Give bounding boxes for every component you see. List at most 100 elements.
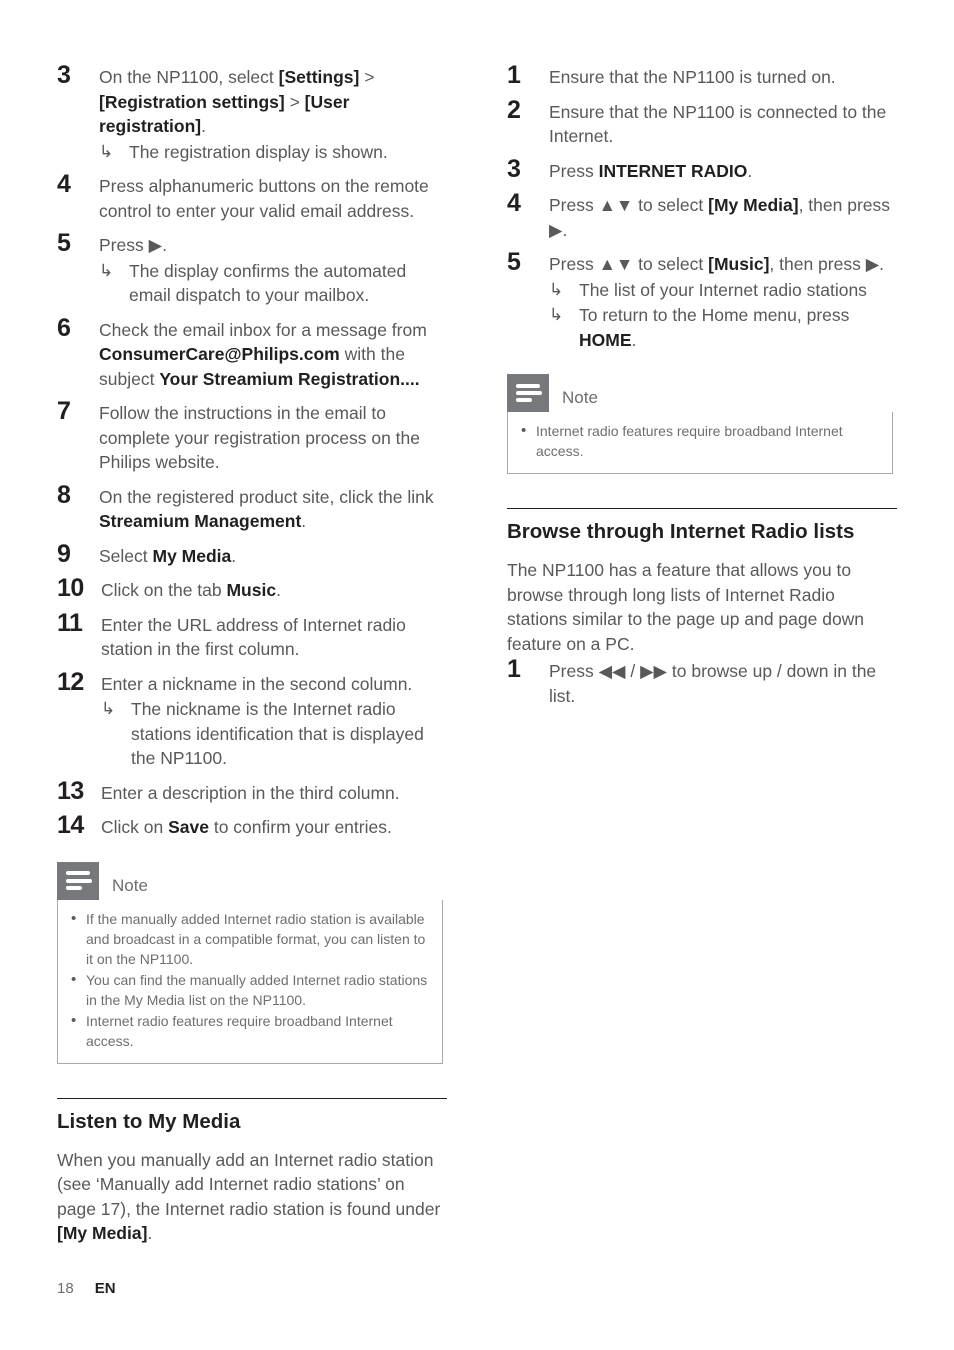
numbered-step: 8 On the registered product site, click t… [57, 482, 447, 534]
sub-step: ↳ The registration display is shown. [99, 140, 447, 165]
note-header: Note [57, 861, 443, 900]
note-title: Note [562, 388, 598, 407]
step-text: Press ▶. ↳ The display confirms the automa… [99, 230, 447, 308]
body-text: The registration display is shown. [129, 141, 388, 162]
step-number: 6 [57, 313, 71, 342]
emphasis-text: HOME [579, 329, 632, 350]
sub-step-arrow-icon: ↳ [101, 699, 116, 718]
body-text: Enter a nickname in the second column. [101, 673, 413, 694]
right-section-step-list: 1 Press ◀◀ / ▶▶ to browse up / down in th… [507, 656, 897, 708]
note-lines-icon [507, 374, 549, 412]
numbered-step: 4 Press alphanumeric buttons on the remot… [57, 171, 447, 223]
footer-language-code: EN [94, 1280, 116, 1297]
sub-step-text: The nickname is the Internet radio stati… [131, 697, 447, 771]
note-bullet-item: • Internet radio features require broadba… [68, 1011, 430, 1051]
right-note-box: Note • Internet radio features require bro… [507, 374, 897, 474]
sub-step-arrow-icon: ↳ [99, 141, 114, 161]
numbered-step: 5 Press ▶. ↳ The display confirms the autom… [57, 230, 447, 308]
step-text: Press ◀◀ / ▶▶ to browse up / down in the… [549, 656, 897, 708]
numbered-step: 7 Follow the instructions in the email to… [57, 398, 447, 475]
note-bullet-item: • Internet radio features require broadba… [518, 421, 880, 461]
numbered-step: 3 On the NP1100, select [Settings] > [Reg… [57, 62, 447, 164]
emphasis-text: Your Streamium Registration.... [159, 368, 420, 389]
step-text: Enter a nickname in the second column. ↳ T… [101, 669, 447, 771]
emphasis-text: My Media [152, 545, 232, 566]
emphasis-text: [Music] [708, 254, 770, 274]
body-text: Follow the instructions in the email to … [99, 403, 420, 472]
emphasis-text: Music [226, 580, 277, 600]
step-text: Press ▲▼ to select [My Media], then pres… [549, 190, 897, 242]
left-column: 3 On the NP1100, select [Settings] > [Reg… [57, 62, 447, 1246]
numbered-step: 14 Click on Save to confirm your entries. [57, 812, 447, 840]
body-text: Press alphanumeric buttons on the remote… [99, 176, 429, 221]
step-text: Select My Media. [99, 541, 447, 569]
step-number: 5 [507, 248, 521, 276]
body-text: Press ◀◀ / ▶▶ to browse up / down in the… [549, 661, 877, 706]
emphasis-text: [Registration settings] [99, 91, 285, 112]
step-number: 12 [57, 667, 84, 696]
step-number: 14 [57, 811, 84, 839]
step-text: Ensure that the NP1100 is connected to t… [549, 97, 897, 149]
emphasis-text: ConsumerCare@Philips.com [99, 344, 340, 364]
step-number: 5 [57, 229, 71, 257]
step-number: 11 [57, 608, 83, 637]
body-text: . [162, 235, 167, 255]
body-text: > [284, 91, 305, 112]
bullet-icon: • [71, 970, 77, 988]
body-text: On the NP1100, select [99, 67, 279, 87]
numbered-step: 5 Press ▲▼ to select [Music], then press … [507, 249, 897, 352]
numbered-step: 6 Check the email inbox for a message fro… [57, 315, 447, 392]
page-footer: 18 EN [57, 1280, 116, 1297]
body-text: When you manually add an Internet radio … [57, 1149, 441, 1219]
body-text: The list of your Internet radio stations [579, 279, 867, 300]
numbered-step: 1 Ensure that the NP1100 is turned on. [507, 62, 897, 90]
manual-page: 3 On the NP1100, select [Settings] > [Reg… [0, 0, 954, 1350]
body-text: The NP1100 has a feature that allows you… [507, 560, 865, 654]
emphasis-text: Save [168, 817, 209, 837]
body-text: Press [99, 235, 149, 255]
section-heading: Listen to My Media [57, 1109, 241, 1133]
note-header: Note [507, 374, 893, 412]
body-text: Ensure that the NP1100 is connected to t… [549, 101, 887, 147]
body-text: Press [549, 160, 599, 181]
body-text: Click on [101, 817, 169, 837]
step-text: Check the email inbox for a message from… [99, 315, 447, 392]
section-divider-rule [57, 1097, 447, 1099]
sub-step: ↳ The nickname is the Internet radio stat… [101, 697, 447, 771]
step-text: Press INTERNET RADIO. [549, 156, 897, 184]
step-text: Click on the tab Music. [101, 575, 447, 603]
sub-step: ↳ The display confirms the automated emai… [99, 259, 447, 308]
numbered-step: 4 Press ▲▼ to select [My Media], then pre… [507, 190, 897, 242]
body-text: . [201, 116, 206, 136]
step-number: 1 [507, 61, 521, 89]
numbered-step: 3 Press INTERNET RADIO. [507, 156, 897, 184]
numbered-step: 12 Enter a nickname in the second column.… [57, 669, 447, 771]
step-number: 10 [57, 574, 84, 602]
numbered-step: 1 Press ◀◀ / ▶▶ to browse up / down in th… [507, 656, 897, 708]
body-text: ▶ [148, 235, 163, 255]
step-text: Follow the instructions in the email to … [99, 398, 447, 475]
step-number: 9 [57, 539, 71, 568]
sub-step-text: To return to the Home menu, press HOME. [579, 303, 897, 352]
body-text: Enter a description in the third column. [101, 782, 400, 803]
section-heading: Browse through Internet Radio lists [507, 520, 855, 543]
note-content: • If the manually added Internet radio st… [57, 899, 443, 1064]
footer-page-number: 18 [57, 1280, 74, 1297]
note-bullet-item: • If the manually added Internet radio st… [68, 909, 430, 969]
body-text: . [747, 160, 753, 181]
bullet-icon: • [71, 1011, 77, 1029]
emphasis-text: Streamium Management [99, 511, 302, 531]
step-number: 8 [57, 480, 71, 509]
step-text: Enter a description in the third column. [101, 778, 447, 806]
body-text: To return to the Home menu, press [579, 305, 850, 325]
sub-step: ↳ To return to the Home menu, press HOME. [549, 303, 897, 352]
step-text: On the registered product site, click th… [99, 482, 447, 534]
sub-step-text: The display confirms the automated email… [129, 259, 447, 308]
body-text: . [231, 545, 237, 566]
section-paragraph: When you manually add an Internet radio … [57, 1148, 447, 1246]
right-column: 1 Ensure that the NP1100 is turned on. 2 En… [507, 62, 897, 715]
sub-step-arrow-icon: ↳ [549, 279, 564, 299]
step-text: Enter the URL address of Internet radio … [101, 610, 447, 662]
body-text: Ensure that the NP1100 is turned on. [549, 67, 836, 87]
step-text: Click on Save to confirm your entries. [101, 812, 447, 840]
